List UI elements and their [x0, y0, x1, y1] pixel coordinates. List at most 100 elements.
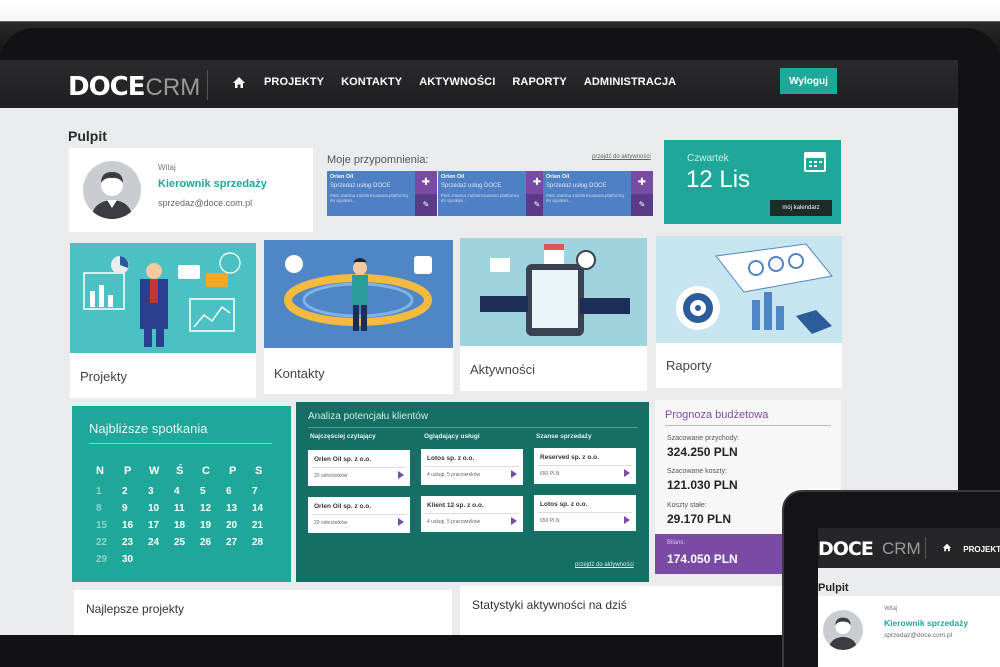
budget-value: 29.170 PLN	[667, 512, 732, 526]
reminder-card[interactable]: Orlen Oil Sprzedaż usług DOCE Pani Joann…	[543, 171, 653, 216]
avatar[interactable]	[823, 610, 863, 650]
arrow-right-icon[interactable]	[398, 518, 404, 526]
calendar-day[interactable]: 15	[96, 520, 122, 531]
calendar-day[interactable]: 12	[200, 503, 226, 514]
analysis-card[interactable]: Reserved sp. z o.o. 650 PLN	[534, 448, 636, 484]
reminder-company: Orlen Oil	[546, 174, 570, 180]
calendar-day[interactable]: 13	[226, 503, 252, 514]
calendar-day[interactable]: 19	[200, 520, 226, 531]
welcome-email[interactable]: sprzedaz@doce.com.pl	[158, 198, 252, 208]
tablet-nav: PROJEKTY	[942, 543, 1000, 554]
calendar-day[interactable]: 7	[252, 486, 278, 497]
reminder-card[interactable]: Orlen Oil Sprzedaż usług DOCE Pani Joann…	[438, 171, 548, 216]
calendar-day[interactable]: 11	[174, 503, 200, 514]
nav-item-raporty[interactable]: RAPORTY	[512, 76, 566, 92]
arrow-right-icon[interactable]	[398, 471, 404, 479]
calendar-day[interactable]: 9	[122, 503, 148, 514]
arrow-right-icon[interactable]	[624, 516, 630, 524]
activities-illustration	[460, 238, 647, 346]
divider	[89, 443, 272, 444]
reports-illustration	[656, 236, 842, 343]
analysis-card[interactable]: Lotos sp. z o.o. 4 usługi, 5 pracowników	[421, 449, 523, 485]
module-aktywnosci[interactable]: Aktywności	[460, 238, 647, 391]
analysis-card[interactable]: Klient 12 sp. z o.o. 4 usługi, 5 pracown…	[421, 496, 523, 532]
calendar-day[interactable]: 2	[122, 486, 148, 497]
module-projekty[interactable]: Projekty	[70, 243, 256, 398]
calendar-day[interactable]: 27	[226, 537, 252, 548]
calendar-day[interactable]: 5	[200, 486, 226, 497]
analysis-card[interactable]: Orlen Oil sp. z o.o. 20 odnośników	[308, 497, 410, 533]
module-label: Raporty	[666, 358, 712, 373]
calendar-day[interactable]: 6	[226, 486, 252, 497]
reminder-subject: Sprzedaż usług DOCE	[441, 183, 502, 189]
welcome-card: Witaj Kierownik sprzedaży sprzedaz@doce.…	[69, 148, 313, 232]
welcome-role: Kierownik sprzedaży	[158, 178, 267, 190]
plus-icon[interactable]: ✚	[631, 171, 653, 194]
calendar-day[interactable]: 3	[148, 486, 174, 497]
nav-item-aktywnosci[interactable]: AKTYWNOŚCI	[419, 76, 495, 92]
analysis-activities-link[interactable]: przejdź do aktywności	[575, 562, 634, 568]
my-calendar-button[interactable]: mój kalendarz	[770, 200, 832, 216]
welcome-greeting: Witaj	[158, 163, 176, 172]
logout-button[interactable]: Wyloguj	[780, 68, 837, 94]
calendar-day[interactable]: 4	[174, 486, 200, 497]
module-label: Projekty	[80, 369, 127, 384]
analysis-card-meta: 20 odnośników	[314, 520, 348, 526]
reminders-title: Moje przypomnienia:	[327, 154, 429, 166]
nav-item-projekty[interactable]: PROJEKTY	[264, 76, 324, 92]
nav-item-administracja[interactable]: ADMINISTRACJA	[584, 76, 676, 92]
calendar-day[interactable]: 21	[252, 520, 278, 531]
calendar-weekday: S	[255, 465, 263, 477]
calendar-weekday: P	[124, 465, 132, 477]
analysis-card-meta: 650 PLN	[540, 518, 560, 524]
calendar-day[interactable]: 16	[122, 520, 148, 531]
calendar-day[interactable]: 28	[252, 537, 278, 548]
home-icon[interactable]	[232, 76, 250, 92]
brand-logo[interactable]: DOCE CRM	[68, 72, 200, 102]
tablet-nav-item-projekty[interactable]: PROJEKTY	[963, 545, 1000, 554]
calendar-day[interactable]: 25	[174, 537, 200, 548]
tablet-role: Kierownik sprzedaży	[884, 618, 969, 628]
tablet-email[interactable]: sprzedaz@doce.com.pl	[884, 632, 952, 639]
calendar-day[interactable]: 23	[122, 537, 148, 548]
arrow-right-icon[interactable]	[511, 517, 517, 525]
module-kontakty[interactable]: Kontakty	[264, 240, 453, 394]
analysis-card-name: Klient 12 sp. z o.o.	[427, 502, 484, 509]
edit-icon[interactable]: ✎	[631, 193, 653, 216]
analysis-card-name: Orlen Oil sp. z o.o.	[314, 503, 372, 510]
calendar-week: 8 9 10 11 12 13 14	[96, 503, 278, 514]
calendar-day[interactable]: 10	[148, 503, 174, 514]
best-projects-panel: Najlepsze projekty	[74, 590, 452, 635]
calendar-day[interactable]: 22	[96, 537, 122, 548]
analysis-card[interactable]: Lotos sp. z o.o. 650 PLN	[534, 495, 636, 531]
home-icon[interactable]	[942, 543, 952, 552]
arrow-right-icon[interactable]	[624, 469, 630, 477]
meetings-calendar: Najbliższe spotkania N P W Ś C P S 1 2 3…	[72, 406, 291, 582]
analysis-card[interactable]: Orlen Oil sp. z o.o. 20 odnośników	[308, 450, 410, 486]
plus-icon[interactable]: ✚	[415, 171, 437, 194]
calendar-day[interactable]: 14	[252, 503, 278, 514]
module-raporty[interactable]: Raporty	[656, 236, 842, 388]
analysis-title: Analiza potencjału klientów	[308, 411, 429, 422]
edit-icon[interactable]: ✎	[415, 193, 437, 216]
analysis-card-meta: 4 usługi, 5 pracowników	[427, 519, 481, 525]
divider	[312, 467, 406, 468]
calendar-day[interactable]: 18	[174, 520, 200, 531]
avatar[interactable]	[83, 161, 141, 219]
calendar-day[interactable]: 17	[148, 520, 174, 531]
calendar-day[interactable]: 1	[96, 486, 122, 497]
reminder-subject: Sprzedaż usług DOCE	[330, 183, 391, 189]
calendar-day[interactable]: 26	[200, 537, 226, 548]
tablet-page-title: Pulpit	[818, 582, 849, 594]
nav-item-kontakty[interactable]: KONTAKTY	[341, 76, 402, 92]
reminder-card[interactable]: Orlen Oil Sprzedaż usług DOCE Pani Joann…	[327, 171, 437, 216]
calendar-day[interactable]: 20	[226, 520, 252, 531]
calendar-day[interactable]: 29	[96, 554, 122, 565]
calendar-day[interactable]: 24	[148, 537, 174, 548]
reminders-link[interactable]: przejdź do aktywności	[592, 154, 651, 160]
reminders-panel: Moje przypomnienia: przejdź do aktywnośc…	[316, 148, 660, 232]
top-navigation-bar: DOCE CRM PROJEKTY KONTAKTY AKTYWNOŚCI RA…	[0, 60, 958, 108]
calendar-day[interactable]: 8	[96, 503, 122, 514]
arrow-right-icon[interactable]	[511, 470, 517, 478]
calendar-day[interactable]: 30	[122, 554, 148, 565]
